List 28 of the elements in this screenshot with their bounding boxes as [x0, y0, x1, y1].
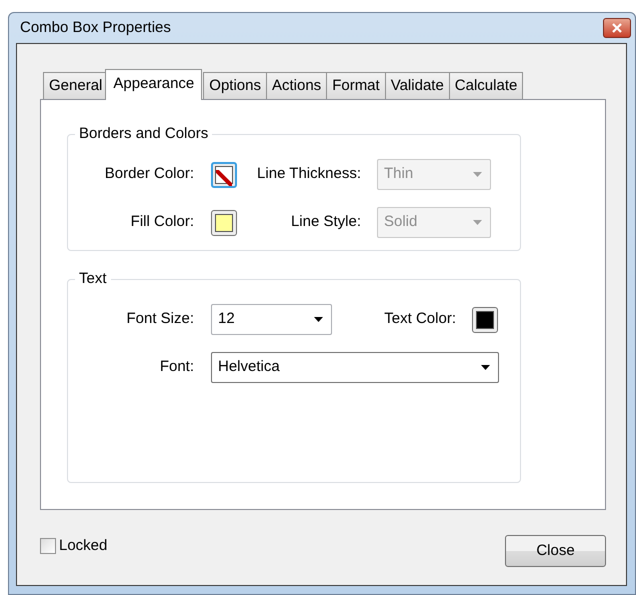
color-swatch[interactable] [472, 306, 498, 332]
tab[interactable]: Appearance [105, 69, 202, 100]
color-swatch[interactable] [211, 210, 237, 236]
field-label: Text Color: [383, 309, 456, 330]
field-label: Font: [158, 357, 194, 378]
no-color-swatch[interactable] [211, 162, 237, 188]
field-label: Font Size: [125, 309, 194, 330]
field-label: Border Color: [104, 164, 194, 184]
dropdown[interactable]: 12 [211, 304, 332, 335]
tab[interactable]: Options [203, 72, 267, 99]
caret-icon [473, 220, 482, 225]
close-button[interactable]: Close [505, 535, 606, 567]
close-window-button[interactable] [603, 18, 631, 38]
field-label: Line Thickness: [256, 164, 361, 184]
dropdown[interactable]: Helvetica [211, 352, 499, 383]
caret-icon [314, 317, 323, 322]
tab[interactable]: Format [326, 72, 386, 99]
checkbox-label[interactable]: Locked [59, 535, 108, 558]
close-icon [612, 23, 622, 33]
tab[interactable]: Validate [384, 72, 450, 99]
tab[interactable]: Actions [266, 72, 328, 99]
field-label: Fill Color: [130, 212, 194, 232]
field-label: Line Style: [290, 212, 361, 232]
caret-icon [481, 365, 490, 370]
caret-icon [473, 172, 482, 177]
tab[interactable]: Calculate [448, 72, 524, 99]
window-title: Combo Box Properties [20, 18, 171, 38]
checkbox[interactable] [40, 538, 56, 554]
